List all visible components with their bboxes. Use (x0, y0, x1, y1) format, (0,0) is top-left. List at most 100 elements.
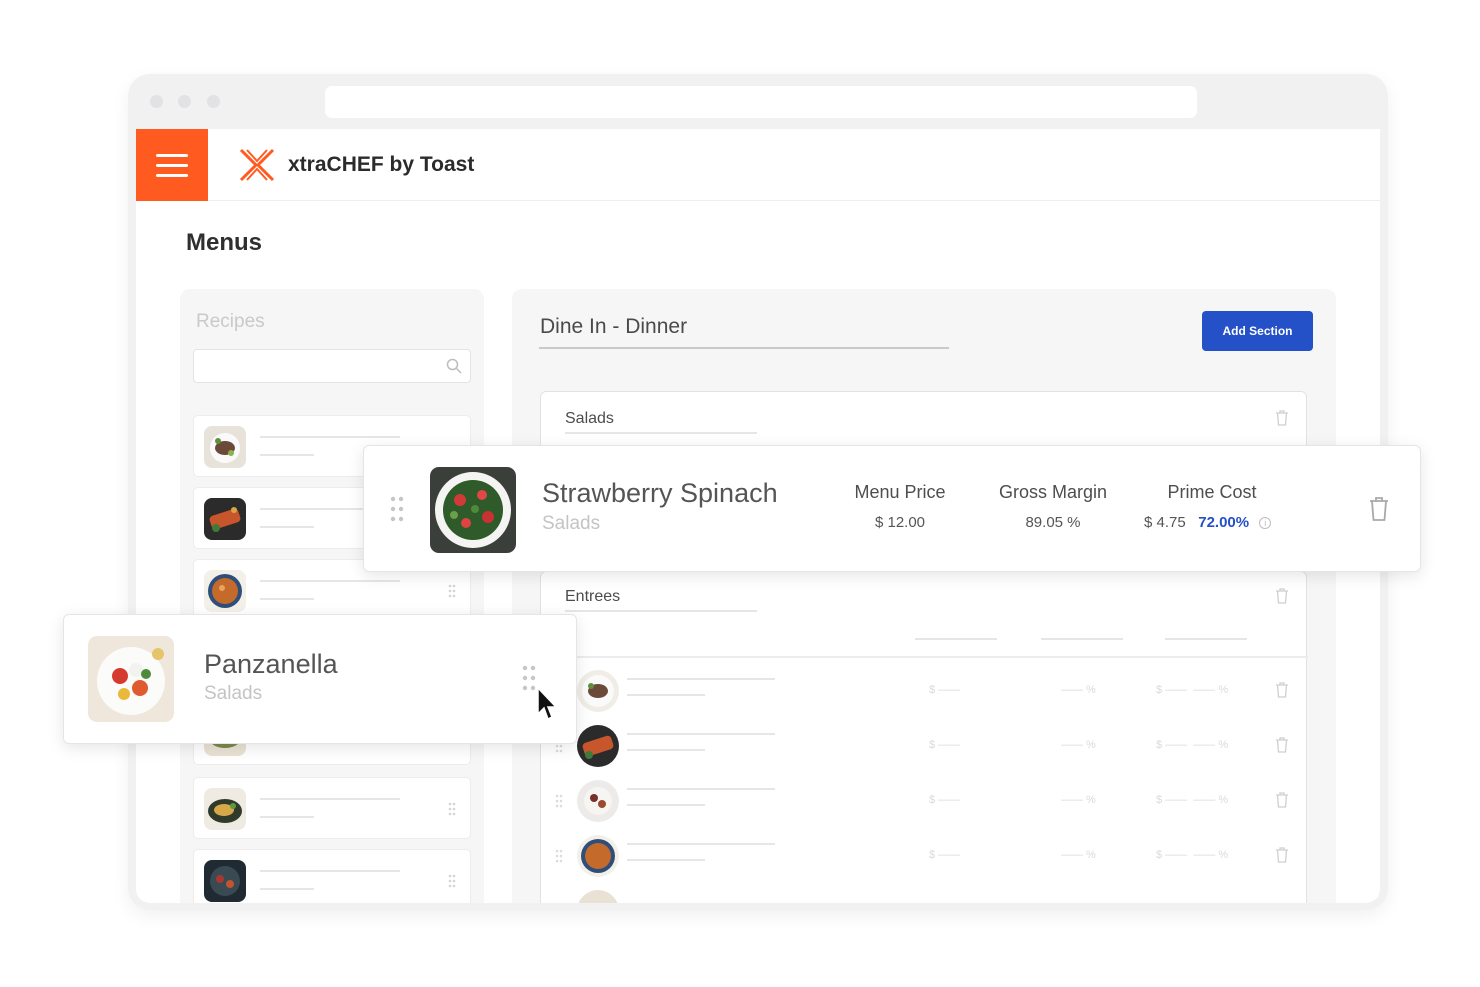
drag-handle-icon[interactable] (448, 584, 456, 598)
cost-placeholder: $ —— —— % (1156, 849, 1229, 861)
recipes-label: Recipes (196, 311, 265, 332)
recipe-thumbnail (577, 835, 619, 877)
column-header-placeholder (915, 638, 997, 640)
window-dot-icon (207, 95, 220, 108)
trash-icon[interactable] (1275, 847, 1289, 863)
placeholder-line (260, 436, 400, 438)
hamburger-menu-button[interactable] (136, 129, 208, 201)
column-header-placeholder (1165, 638, 1247, 640)
section-title[interactable]: Entrees (565, 588, 620, 606)
dragged-recipe-card[interactable]: Panzanella Salads (63, 614, 577, 744)
trash-icon[interactable] (1368, 496, 1390, 522)
dish-category: Salads (542, 513, 601, 534)
trash-icon[interactable] (1275, 588, 1289, 604)
cost-placeholder: $ —— —— % (1156, 739, 1229, 751)
recipe-thumbnail (204, 498, 246, 540)
recipe-name: Panzanella (204, 649, 338, 679)
dish-name: Strawberry Spinach (542, 478, 778, 508)
placeholder-line (627, 694, 705, 696)
recipe-thumbnail (577, 780, 619, 822)
placeholder-line (627, 843, 775, 845)
drag-handle-icon[interactable] (448, 802, 456, 816)
recipes-panel: Recipes (180, 289, 484, 903)
dragged-menu-item-card[interactable]: Strawberry Spinach Salads Menu Price $ 1… (363, 445, 1421, 572)
add-section-button[interactable]: Add Section (1202, 311, 1313, 351)
recipe-card[interactable] (193, 849, 471, 903)
cost-placeholder: $ —— —— % (1156, 684, 1229, 696)
recipe-thumbnail (577, 890, 619, 903)
placeholder-line (627, 733, 775, 735)
entree-row[interactable] (541, 886, 1308, 903)
entree-row[interactable]: $ —— —— % $ —— —— % (541, 831, 1308, 881)
margin-placeholder: —— % (1061, 849, 1096, 861)
recipe-search-input[interactable] (193, 349, 471, 383)
section-title-underline (565, 432, 757, 434)
menu-name-underline (539, 347, 949, 349)
entree-row[interactable]: $ —— —— % $ —— —— % (541, 721, 1308, 771)
placeholder-line (260, 598, 314, 600)
menu-name-field[interactable]: Dine In - Dinner (540, 315, 687, 339)
drag-handle-icon[interactable] (522, 665, 536, 691)
app-header: xtraCHEF by Toast (136, 129, 1380, 201)
prime-cost-label: Prime Cost (1167, 482, 1257, 502)
price-placeholder: $ —— (929, 794, 961, 806)
menu-price-label: Menu Price (854, 482, 946, 502)
margin-placeholder: —— % (1061, 684, 1096, 696)
price-placeholder: $ —— (929, 849, 961, 861)
trash-icon[interactable] (1275, 682, 1289, 698)
placeholder-line (627, 678, 775, 680)
trash-icon[interactable] (1275, 792, 1289, 808)
info-icon[interactable]: i (1259, 517, 1272, 530)
drag-handle-icon[interactable] (390, 496, 404, 522)
placeholder-line (260, 870, 400, 872)
brand-name: xtraCHEF by Toast (288, 153, 475, 176)
page-title: Menus (186, 229, 263, 256)
search-icon (446, 358, 462, 374)
placeholder-line (260, 580, 400, 582)
entree-row[interactable]: $ —— —— % $ —— —— % (541, 666, 1308, 716)
trash-icon[interactable] (1275, 737, 1289, 753)
entree-row[interactable]: $ —— —— % $ —— —— % (541, 776, 1308, 826)
dish-thumbnail (88, 636, 174, 722)
trash-icon[interactable] (1275, 410, 1289, 426)
screenshot-stage: xtraCHEF by Toast Menus Recipes Dine In … (0, 0, 1480, 987)
prime-cost-value: $ 4.75 (1144, 514, 1186, 531)
cost-placeholder: $ —— —— % (1156, 794, 1229, 806)
price-placeholder: $ —— (929, 739, 961, 751)
recipe-thumbnail (204, 860, 246, 902)
recipe-thumbnail (204, 426, 246, 468)
placeholder-line (260, 888, 314, 890)
section-title-underline (565, 610, 757, 612)
window-dot-icon (178, 95, 191, 108)
price-placeholder: $ —— (929, 684, 961, 696)
drag-handle-icon[interactable] (448, 874, 456, 888)
hamburger-menu-icon (156, 173, 188, 177)
address-bar[interactable] (325, 86, 1197, 118)
drag-handle-icon[interactable] (555, 794, 563, 808)
gross-margin-label: Gross Margin (998, 482, 1108, 502)
menu-section-entrees: Entrees $ —— —— % $ —— —— % $ —— —— % $ … (540, 571, 1308, 903)
recipe-thumbnail (204, 570, 246, 612)
placeholder-line (260, 798, 400, 800)
recipe-thumbnail (577, 670, 619, 712)
placeholder-line (627, 859, 705, 861)
recipe-thumbnail (204, 788, 246, 830)
recipe-thumbnail (577, 725, 619, 767)
recipe-card[interactable] (193, 777, 471, 839)
section-title[interactable]: Salads (565, 410, 614, 428)
placeholder-line (627, 788, 775, 790)
mouse-cursor-icon (537, 686, 558, 721)
recipe-category: Salads (204, 683, 263, 704)
window-dot-icon (150, 95, 163, 108)
drag-handle-icon[interactable] (555, 849, 563, 863)
gross-margin-value: 89.05 % (1025, 514, 1081, 531)
placeholder-line (260, 454, 314, 456)
prime-cost-percent: 72.00% (1198, 514, 1250, 531)
placeholder-line (260, 816, 314, 818)
placeholder-line (627, 804, 705, 806)
placeholder-line (260, 526, 314, 528)
dish-thumbnail (430, 467, 516, 553)
margin-placeholder: —— % (1061, 794, 1096, 806)
section-divider (541, 656, 1308, 658)
menu-price-value: $ 12.00 (874, 514, 926, 531)
